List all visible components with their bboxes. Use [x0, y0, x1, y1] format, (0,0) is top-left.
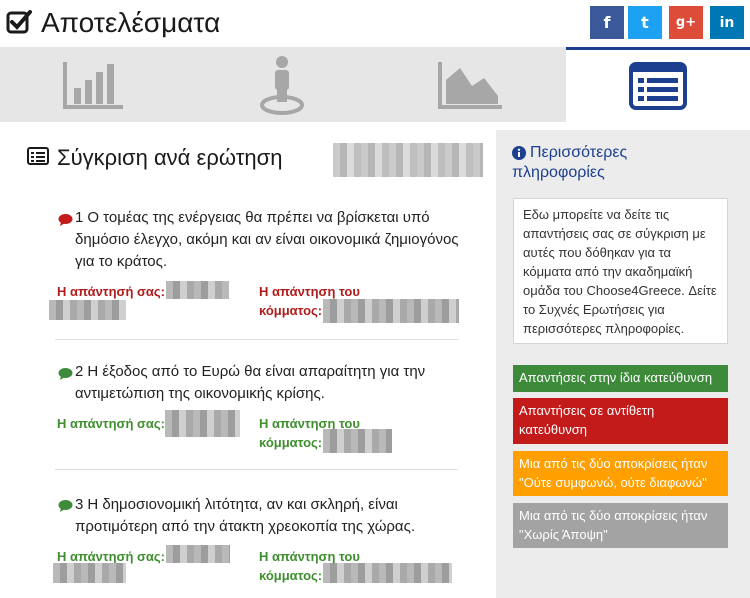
sidebar-title: Περισσότερες πληροφορίες — [512, 144, 628, 181]
your-answer-value — [49, 300, 126, 320]
question-text: Ο τομέας της ενέργειας θα πρέπει να βρίσ… — [75, 209, 459, 270]
linkedin-share-button[interactable]: in — [710, 6, 744, 39]
question-number: 3 — [75, 496, 84, 513]
divider — [55, 469, 458, 470]
check-square-icon — [6, 10, 32, 34]
tab-question-comparison[interactable] — [566, 47, 750, 122]
comment-icon — [58, 500, 73, 512]
your-answer-label: Η απάντησή σας: — [57, 416, 165, 431]
party-answer-value — [323, 429, 392, 453]
party-answer-value — [323, 299, 459, 323]
section-title: Σύγκριση ανά ερώτηση — [57, 145, 283, 170]
your-answer-label: Η απάντησή σας: — [57, 284, 165, 299]
list-icon — [629, 62, 687, 110]
twitter-share-button[interactable]: t — [628, 6, 662, 39]
your-answer-value — [165, 410, 240, 437]
party-select-blurred[interactable] — [333, 143, 483, 177]
legend-neutral: Μια από τις δύο αποκρίσεις ήταν "Ούτε συ… — [513, 451, 728, 496]
tab-person-location[interactable] — [188, 47, 376, 122]
your-answer-value — [53, 563, 126, 583]
your-answer-value — [166, 545, 230, 563]
facebook-share-button[interactable]: f — [590, 6, 624, 39]
question-3: 3Η δημοσιονομική λιτότητα, αν και σκληρή… — [75, 494, 465, 538]
bar-chart-icon — [63, 61, 123, 109]
legend-no-opinion: Μια από τις δύο αποκρίσεις ήταν "Χωρίς Ά… — [513, 503, 728, 548]
results-tabs — [0, 47, 750, 122]
page-title: Αποτελέσματα — [41, 7, 221, 38]
legend-same-direction: Απαντήσεις στην ίδια κατεύθυνση — [513, 365, 728, 392]
question-text: Η δημοσιονομική λιτότητα, αν και σκληρή,… — [75, 496, 416, 535]
comment-icon — [58, 214, 73, 226]
tab-area-chart[interactable] — [376, 47, 566, 122]
party-answer-value — [323, 563, 452, 583]
question-text: Η έξοδος από το Ευρώ θα είναι απαραίτητη… — [75, 363, 426, 402]
question-1: 1Ο τομέας της ενέργειας θα πρέπει να βρί… — [75, 207, 465, 273]
sidebar-description: Εδω μπορείτε να δείτε τις απαντήσεις σας… — [513, 198, 728, 344]
header: Αποτελέσματα f t g+ in — [0, 0, 750, 46]
your-answer-value — [166, 281, 229, 299]
divider — [55, 339, 458, 340]
googleplus-share-button[interactable]: g+ — [669, 6, 703, 39]
legend-opposite-direction: Απαντήσεις σε αντίθετη κατεύθυνση — [513, 398, 728, 444]
tab-bar-chart[interactable] — [0, 47, 188, 122]
area-chart-icon — [438, 61, 502, 109]
person-location-icon — [260, 55, 304, 115]
question-number: 2 — [75, 363, 84, 380]
question-2: 2Η έξοδος από το Ευρώ θα είναι απαραίτητ… — [75, 361, 465, 405]
question-number: 1 — [75, 209, 84, 226]
comment-icon — [58, 368, 73, 380]
